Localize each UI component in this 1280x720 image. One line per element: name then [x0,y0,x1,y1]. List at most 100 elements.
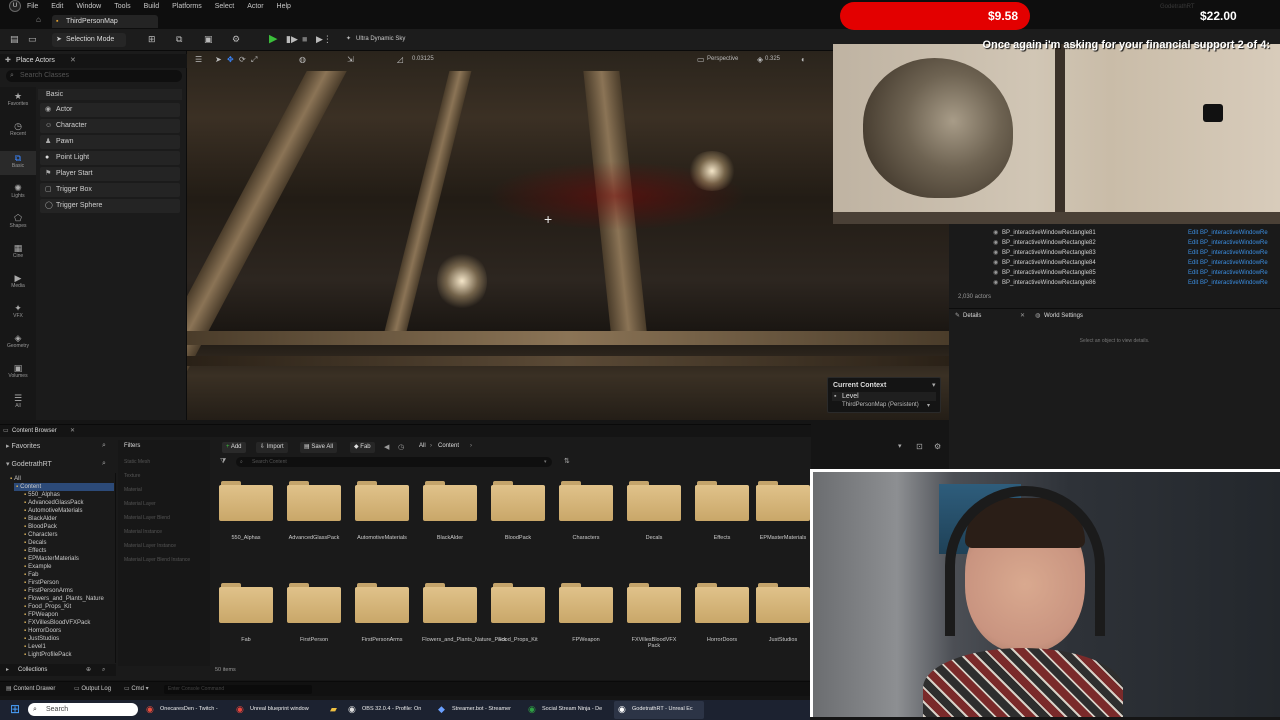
outliner-row[interactable]: ◉ BP_interactiveWindowRectangle81 Edit BP_… [949,228,1280,238]
taskbar-app-unreal[interactable]: GodetrathRT - Unreal Ec [632,702,693,717]
blueprint-icon[interactable]: ⧉ [176,34,182,45]
cinematics-icon[interactable]: ▣ [204,34,213,45]
tree-item[interactable]: ▪ Example [24,563,51,571]
show-flags-icon[interactable]: ◐ [801,55,806,64]
chevron-down-icon[interactable]: ▾ [544,457,547,467]
rail-cine[interactable]: ▦ Cine [0,243,36,259]
tree-item[interactable]: ▪ FirstPersonArms [24,587,73,595]
chevron-down-icon[interactable]: ▾ [932,381,936,389]
dock-icon[interactable]: ⊡ [916,442,923,451]
back-icon[interactable]: ◀ [384,443,389,451]
edit-blueprint-link[interactable]: Edit BP_interactiveWindowRe [1188,258,1268,268]
folder-tile[interactable]: FirstPersonArms [354,583,410,649]
play-button[interactable]: ▶ [269,32,277,45]
windows-start-icon[interactable]: ⊞ [10,703,23,716]
streamerbot-icon[interactable]: ◆ [438,704,445,715]
perspective-dropdown[interactable]: Perspective [707,56,738,62]
breadcrumb-content[interactable]: Content [438,443,459,449]
tree-item-selected[interactable]: ▪ Content [14,483,114,491]
tree-item[interactable]: ▪ EPMasterMaterials [24,555,79,563]
settings-icon[interactable]: ⚙ [934,442,941,451]
unreal-logo-icon[interactable]: U [9,0,21,12]
launch-options-icon[interactable]: ▶⋮ [316,34,332,45]
obs-icon[interactable]: ◉ [348,704,356,715]
actor-item-trigger-sphere[interactable]: ◯ Trigger Sphere [40,199,180,213]
world-space-icon[interactable]: ◍ [299,55,306,64]
rail-vfx[interactable]: ✦ VFX [0,303,36,319]
actor-item-player-start[interactable]: ⚑ Player Start [40,167,180,181]
actor-item-character[interactable]: ☺ Character [40,119,180,133]
surface-snap-icon[interactable]: ⇲ [347,55,354,64]
home-icon[interactable]: ⌂ [36,15,41,24]
sort-icon[interactable]: ⇅ [564,457,570,465]
tree-item[interactable]: ▪ All [10,475,21,483]
fab-button[interactable]: ◆ Fab [350,442,375,453]
browser-icon[interactable]: ◉ [236,704,244,715]
filter-material-instance[interactable]: Material Instance [124,528,206,537]
folder-tile[interactable]: Flowers_and_Plants_Nature_Pack [422,583,507,649]
search-icon[interactable]: ⌕ [102,442,106,450]
select-tool-icon[interactable]: ➤ [215,55,222,64]
create-icon[interactable]: ⊞ [148,34,156,45]
folder-tile[interactable]: BloodPack [490,481,546,547]
tree-item[interactable]: ▪ Decals [24,539,46,547]
history-icon[interactable]: ◷ [398,443,404,451]
unreal-icon[interactable]: ◉ [618,704,626,715]
eye-icon[interactable]: ◉ [993,248,998,258]
eye-icon[interactable]: ◉ [993,258,998,268]
filter-icon[interactable]: ⧩ [220,458,226,466]
eye-icon[interactable]: ◉ [993,238,998,248]
folder-tile[interactable]: HorrorDoors [694,583,750,649]
file-explorer-icon[interactable]: ▰ [330,704,337,715]
search-icon[interactable]: ⌕ [102,664,105,676]
sky-label[interactable]: Ultra Dynamic Sky [356,36,405,42]
rail-favorites[interactable]: ★ Favorites [0,91,36,107]
tree-item[interactable]: ▪ Effects [24,547,46,555]
tree-item[interactable]: ▪ FXVillesBloodVFXPack [24,619,90,627]
filter-material-layer[interactable]: Material Layer [124,500,206,509]
save-icon[interactable]: ▤ [10,34,19,45]
folder-tile[interactable]: EPMasterMaterials [755,481,811,547]
rail-basic[interactable]: ⧉ Basic [0,151,36,175]
menu-edit[interactable]: Edit [51,3,63,10]
taskbar-search[interactable]: ⌕ Search [28,703,138,716]
folder-tile[interactable]: JustStudios [755,583,811,649]
cmd-dropdown[interactable]: ▭ Cmd ▾ [124,684,149,695]
camera-speed-value[interactable]: 0.325 [765,56,780,62]
filter-material-layer-blend[interactable]: Material Layer Blend [124,514,206,523]
tree-item[interactable]: ▪ 550_Alphas [24,491,60,499]
tree-item[interactable]: ▪ Flowers_and_Plants_Nature [24,595,104,603]
rail-lights[interactable]: ✺ Lights [0,183,36,199]
folder-tile[interactable]: Food_Props_Kit [490,583,546,649]
menu-tools[interactable]: Tools [114,3,130,10]
output-log-button[interactable]: ▭ Output Log [74,684,111,695]
folder-tile[interactable]: AdvancedGlassPack [286,481,342,547]
menu-actor[interactable]: Actor [247,3,263,10]
tree-item[interactable]: ▪ Level1 [24,643,46,651]
actor-item-trigger-box[interactable]: ▢ Trigger Box [40,183,180,197]
save-all-button[interactable]: ▤ Save All [300,442,338,453]
filter-static-mesh[interactable]: Static Mesh [124,458,206,467]
tree-item[interactable]: ▪ FirstPerson [24,579,59,587]
tree-item[interactable]: ▪ AdvancedGlassPack [24,499,84,507]
menu-help[interactable]: Help [277,3,291,10]
eye-icon[interactable]: ◉ [993,278,998,288]
folder-tile[interactable]: Characters [558,481,614,547]
tree-item[interactable]: ▪ FPWeapon [24,611,58,619]
outliner-row[interactable]: ◉ BP_interactiveWindowRectangle82 Edit BP_… [949,238,1280,248]
actor-item-pawn[interactable]: ♟ Pawn [40,135,180,149]
viewport-menu-icon[interactable]: ☰ [195,55,202,64]
outliner-row[interactable]: ◉ BP_interactiveWindowRectangle85 Edit BP_… [949,268,1280,278]
rail-recent[interactable]: ◷ Recent [0,121,36,137]
console-command-input[interactable]: Enter Console Command [164,685,312,694]
taskbar-app-obs[interactable]: OBS 32.0.4 - Profile: On [362,702,421,717]
chevron-down-icon[interactable]: ▾ [927,402,930,409]
close-icon[interactable]: ✕ [70,425,75,437]
taskbar-app-social-stream[interactable]: Social Stream Ninja - De [542,702,602,717]
edit-blueprint-link[interactable]: Edit BP_interactiveWindowRe [1188,238,1268,248]
collections-header[interactable]: ▸ Collections ⊕ ⌕ [0,664,116,676]
menu-select[interactable]: Select [215,3,234,10]
eye-icon[interactable]: ◉ [993,268,998,278]
content-icon[interactable]: ▭ [28,34,37,45]
chevron-down-icon[interactable]: ▾ [898,442,902,450]
